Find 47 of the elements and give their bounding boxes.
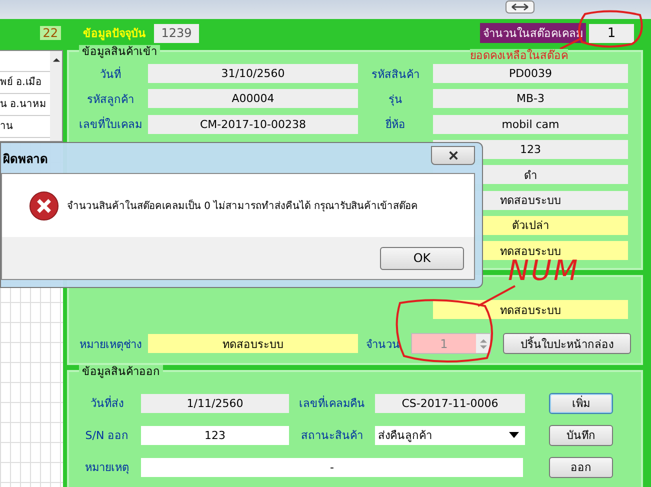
field-label: สถานะสินค้า bbox=[300, 428, 364, 444]
field-label: ยี่ห้อ bbox=[384, 116, 406, 134]
field-label: เลขที่ใบเคลม bbox=[78, 116, 143, 134]
field-label: หมายเหตุ bbox=[84, 460, 130, 476]
text-field[interactable]: CS-2017-11-0006 bbox=[375, 394, 525, 412]
field-label: รุ่น bbox=[388, 92, 404, 108]
stock-label: จำนวนในสต๊อคเคลม bbox=[480, 23, 586, 43]
action-button[interactable]: บันทึก bbox=[549, 424, 613, 446]
print-label-button[interactable]: ปริ้นใบปะหน้ากล่อง bbox=[503, 333, 631, 354]
text-field[interactable]: CM-2017-10-00238 bbox=[148, 114, 358, 134]
action-button[interactable]: ออก bbox=[549, 456, 613, 478]
text-field[interactable]: 31/10/2560 bbox=[148, 64, 358, 84]
current-data-label: ข้อมูลปัจจุบัน bbox=[83, 26, 146, 42]
field-label: เลขที่เคลมคืน bbox=[298, 394, 366, 412]
dialog-title: ผิดพลาด bbox=[3, 150, 48, 168]
field-label: รหัสสินค้า bbox=[370, 66, 420, 83]
text-field[interactable]: 1/11/2560 bbox=[141, 394, 289, 412]
text-field[interactable]: A00004 bbox=[148, 89, 358, 108]
status-dropdown[interactable]: ส่งคืนลูกค้า bbox=[375, 426, 525, 444]
close-icon[interactable] bbox=[448, 150, 458, 160]
ok-button[interactable]: OK bbox=[380, 246, 464, 270]
current-data-field: 1239 bbox=[154, 24, 199, 42]
field-label: วันที่ส่ง bbox=[90, 394, 124, 412]
text-field[interactable]: - bbox=[141, 458, 523, 476]
text-field[interactable]: ทดสอบระบบ bbox=[148, 334, 358, 354]
action-button[interactable]: เพิ่ม bbox=[549, 392, 613, 414]
scrollbar[interactable] bbox=[50, 51, 62, 141]
annotation-text: ยอดคงเหลือในสต๊อค bbox=[470, 49, 568, 62]
group-title: ข้อมูลสินค้าออก bbox=[79, 365, 163, 378]
error-message: จำนวนสินค้าในสต๊อคเคลมเป็น 0 ไม่สามารถทำส่งคืนได้ กรุณารับสินค้าเข้าสต๊อค bbox=[67, 198, 418, 213]
scroll-up-icon[interactable] bbox=[52, 57, 60, 63]
field-label: S/N ออก bbox=[84, 428, 130, 444]
stock-field: 1 bbox=[589, 24, 634, 42]
close-button[interactable] bbox=[431, 146, 475, 164]
count-badge: 22 bbox=[40, 26, 61, 40]
text-field[interactable]: PD0039 bbox=[433, 64, 628, 84]
text-field[interactable]: ทดสอบระบบ bbox=[433, 300, 628, 320]
field-label: หมายเหตุช่าง bbox=[78, 336, 142, 353]
text-field[interactable]: 123 bbox=[141, 426, 289, 444]
field-label: รหัสลูกค้า bbox=[86, 92, 135, 108]
field-label: จำนวน bbox=[365, 336, 401, 353]
field-label: วันที่ bbox=[99, 66, 122, 83]
error-icon bbox=[29, 190, 59, 220]
text-field[interactable]: MB-3 bbox=[433, 89, 628, 108]
dropdown-caret-icon[interactable] bbox=[509, 432, 519, 438]
text-field[interactable]: mobil cam bbox=[433, 114, 628, 134]
group-title: ข้อมูลสินค้าเข้า bbox=[79, 45, 160, 58]
